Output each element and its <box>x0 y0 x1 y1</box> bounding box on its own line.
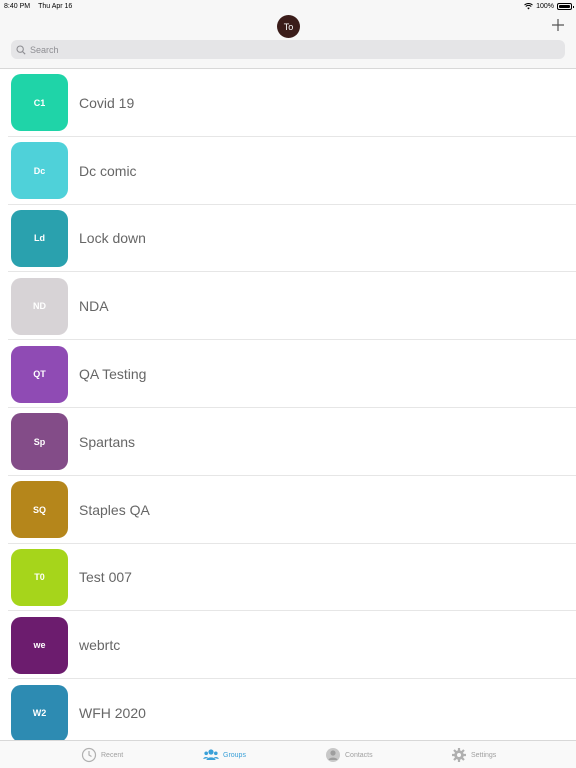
battery-icon <box>557 2 574 10</box>
list-item[interactable]: Ld Lock down <box>0 205 576 273</box>
group-name: webrtc <box>79 637 121 654</box>
tab-contacts[interactable]: Contacts <box>325 741 373 768</box>
group-avatar: QT <box>11 345 68 403</box>
group-avatar: SQ <box>11 481 68 539</box>
plus-icon <box>552 19 564 31</box>
group-name: Covid 19 <box>79 94 135 111</box>
group-name: Spartans <box>79 433 136 450</box>
group-avatar: T0 <box>11 548 68 606</box>
gear-icon <box>452 748 466 762</box>
group-avatar: Ld <box>11 209 68 267</box>
status-date: Thu Apr 16 <box>38 2 73 10</box>
group-avatar: we <box>11 616 68 674</box>
group-avatar: Dc <box>11 142 68 200</box>
header: To <box>0 12 576 69</box>
group-icon <box>203 749 219 760</box>
status-time: 8:40 PM <box>4 2 31 10</box>
list-item[interactable]: T0 Test 007 <box>0 544 576 612</box>
search-input[interactable] <box>30 44 530 55</box>
list-item[interactable]: C1 Covid 19 <box>0 69 576 137</box>
group-avatar: C1 <box>11 74 68 132</box>
list-item[interactable]: Dc Dc comic <box>0 137 576 205</box>
list-item[interactable]: Sp Spartans <box>0 408 576 476</box>
group-name: Dc comic <box>79 162 137 179</box>
group-name: Staples QA <box>79 501 150 518</box>
tab-settings-label: Settings <box>471 751 497 759</box>
group-avatar: ND <box>11 277 68 335</box>
list-item[interactable]: we webrtc <box>0 611 576 679</box>
status-bar: 8:40 PM Thu Apr 16 100% <box>0 0 576 12</box>
group-name: QA Testing <box>79 366 147 383</box>
status-right: 100% <box>524 2 574 10</box>
list-item[interactable]: W2 WFH 2020 <box>0 679 576 740</box>
group-name: Test 007 <box>79 569 132 586</box>
group-name: Lock down <box>79 230 146 247</box>
group-avatar: W2 <box>11 684 68 740</box>
search-icon <box>16 44 26 55</box>
tab-groups-label: Groups <box>223 751 246 759</box>
tab-groups[interactable]: Groups <box>203 741 246 768</box>
tab-bar: Recent Groups Contacts Settings <box>0 740 576 768</box>
avatar[interactable]: To <box>277 15 300 38</box>
tab-settings[interactable]: Settings <box>451 741 496 768</box>
wifi-icon <box>524 2 533 9</box>
tab-recent-label: Recent <box>101 751 124 759</box>
group-avatar: Sp <box>11 413 68 471</box>
group-list: C1 Covid 19 Dc Dc comic Ld Lock down ND … <box>0 69 576 740</box>
group-name: NDA <box>79 298 109 315</box>
search-bar[interactable] <box>11 40 565 59</box>
tab-recent[interactable]: Recent <box>81 741 123 768</box>
clock-icon <box>81 747 97 763</box>
tab-contacts-label: Contacts <box>345 751 373 759</box>
contact-icon <box>326 748 340 762</box>
battery-percent: 100% <box>536 2 554 10</box>
list-item[interactable]: ND NDA <box>0 272 576 340</box>
group-name: WFH 2020 <box>79 705 146 722</box>
add-group-button[interactable] <box>549 16 567 34</box>
list-item[interactable]: SQ Staples QA <box>0 476 576 544</box>
list-item[interactable]: QT QA Testing <box>0 340 576 408</box>
